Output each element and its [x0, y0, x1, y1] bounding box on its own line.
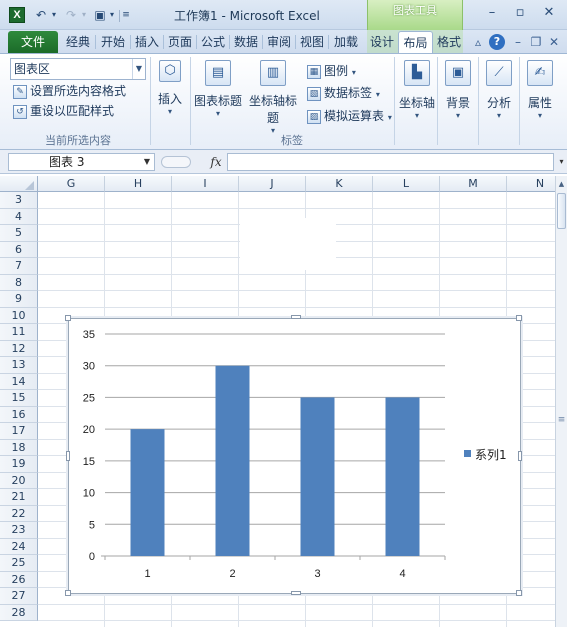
- x-tick-label: 4: [399, 568, 405, 580]
- y-tick-label: 25: [83, 392, 95, 404]
- legend-entry-label[interactable]: 系列1: [475, 446, 507, 463]
- y-tick-label: 35: [83, 329, 95, 341]
- legend-swatch[interactable]: [464, 450, 471, 457]
- y-tick-label: 5: [89, 519, 95, 531]
- y-tick-label: 30: [83, 361, 95, 373]
- chart-svg: 0 5 10 15 20 25 30 35 1 2 3 4: [83, 329, 446, 580]
- bar-1[interactable]: [130, 429, 165, 556]
- y-tick-label: 20: [83, 424, 95, 436]
- y-tick-label: 0: [89, 551, 95, 563]
- y-tick-label: 15: [83, 456, 95, 468]
- bar-4[interactable]: [385, 397, 420, 556]
- x-tick-label: 1: [144, 568, 150, 580]
- y-tick-label: 10: [83, 488, 95, 500]
- x-tick-label: 2: [229, 568, 235, 580]
- x-tick-label: 3: [314, 568, 320, 580]
- bar-3[interactable]: [300, 397, 335, 556]
- bar-2[interactable]: [215, 365, 250, 556]
